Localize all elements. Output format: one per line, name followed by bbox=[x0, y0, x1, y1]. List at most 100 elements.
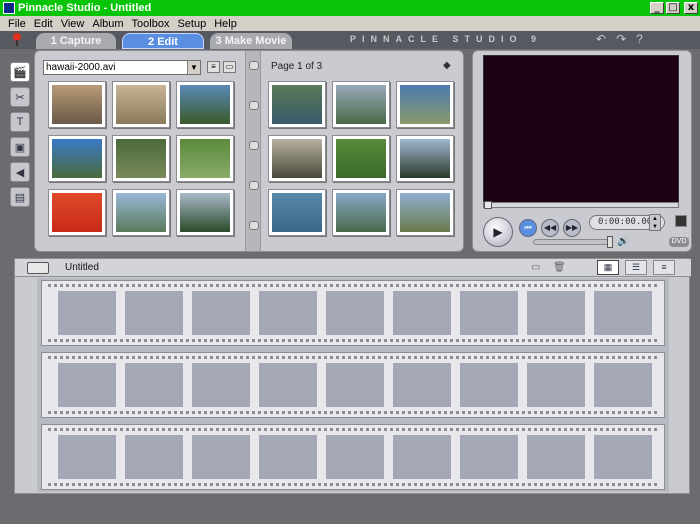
storyboard-slot[interactable] bbox=[393, 435, 451, 479]
tab-make-movie[interactable]: 3 Make Movie bbox=[210, 33, 292, 49]
go-to-start-button[interactable]: ⏮ bbox=[519, 219, 537, 237]
player-panel: ▶ ⏮ ◀◀ ▶▶ 0:00:00.00 ▲ ▼ 🔊 DVD bbox=[472, 50, 692, 252]
menu-setup[interactable]: Setup bbox=[173, 18, 210, 30]
scene-image bbox=[272, 85, 322, 124]
dvd-icon[interactable]: DVD bbox=[669, 237, 689, 247]
left-page-scene-thumbnail[interactable] bbox=[176, 135, 234, 182]
storyboard-slot[interactable] bbox=[594, 291, 652, 335]
storyboard-slot[interactable] bbox=[125, 363, 183, 407]
folder-icon[interactable]: ▭ bbox=[223, 61, 236, 73]
next-page-icon[interactable]: ◆ bbox=[443, 60, 451, 71]
storyboard-slot[interactable] bbox=[594, 435, 652, 479]
menus-icon[interactable]: ▤ bbox=[10, 187, 30, 207]
storyboard-slot[interactable] bbox=[393, 363, 451, 407]
storyboard-slot[interactable] bbox=[259, 435, 317, 479]
storyboard-slot[interactable] bbox=[192, 435, 250, 479]
fast-forward-button[interactable]: ▶▶ bbox=[563, 219, 581, 237]
right-page-scene-thumbnail[interactable] bbox=[332, 189, 390, 236]
right-page-scene-thumbnail[interactable] bbox=[396, 189, 454, 236]
storyboard-slot[interactable] bbox=[259, 291, 317, 335]
film-perforation bbox=[48, 483, 660, 486]
clip-properties-icon[interactable]: ▭ bbox=[531, 262, 540, 274]
storyboard-slot[interactable] bbox=[125, 291, 183, 335]
storyboard-slot[interactable] bbox=[326, 435, 384, 479]
scrubber-handle[interactable] bbox=[484, 201, 492, 209]
storyboard-row bbox=[41, 424, 665, 490]
storyboard-slot[interactable] bbox=[192, 291, 250, 335]
storyboard-slot[interactable] bbox=[527, 363, 585, 407]
scene-image bbox=[336, 85, 386, 124]
rewind-button[interactable]: ◀◀ bbox=[541, 219, 559, 237]
left-page-scene-thumbnail[interactable] bbox=[112, 135, 170, 182]
scrubber[interactable] bbox=[483, 201, 679, 209]
storyboard-slot[interactable] bbox=[58, 291, 116, 335]
transitions-icon[interactable]: ✂ bbox=[10, 87, 30, 107]
storyboard-slot[interactable] bbox=[326, 363, 384, 407]
timecode-spinner[interactable]: ▲ ▼ bbox=[649, 214, 661, 231]
menu-toolbox[interactable]: Toolbox bbox=[128, 18, 174, 30]
camera-icon[interactable] bbox=[27, 262, 49, 274]
menu-album[interactable]: Album bbox=[88, 18, 127, 30]
undo-icon[interactable]: ↶ bbox=[596, 32, 606, 46]
volume-handle[interactable] bbox=[607, 236, 613, 248]
menu-help[interactable]: Help bbox=[210, 18, 241, 30]
storyboard-slot[interactable] bbox=[460, 363, 518, 407]
tab-edit[interactable]: 2 Edit bbox=[122, 33, 204, 49]
storyboard-slot[interactable] bbox=[192, 363, 250, 407]
storyboard-slot[interactable] bbox=[125, 435, 183, 479]
storyboard-slot[interactable] bbox=[259, 363, 317, 407]
right-page-scene-thumbnail[interactable] bbox=[332, 135, 390, 182]
left-page-scene-thumbnail[interactable] bbox=[176, 81, 234, 128]
minimize-button[interactable]: _ bbox=[650, 2, 664, 14]
menu-view[interactable]: View bbox=[57, 18, 89, 30]
left-page-scene-thumbnail[interactable] bbox=[48, 189, 106, 236]
chevron-down-icon[interactable]: ▼ bbox=[187, 61, 200, 74]
movie-window: Untitled ▭ 🗑 ▦ ☰ ≡ bbox=[14, 258, 691, 494]
timeline-view-button[interactable]: ☰ bbox=[625, 260, 647, 275]
scene-image bbox=[400, 139, 450, 178]
trash-icon[interactable]: 🗑 bbox=[553, 262, 566, 274]
play-button[interactable]: ▶ bbox=[483, 217, 513, 247]
video-scenes-icon[interactable]: 🎬 bbox=[10, 62, 30, 82]
storyboard-slot[interactable] bbox=[460, 435, 518, 479]
right-page-scene-thumbnail[interactable] bbox=[332, 81, 390, 128]
storyboard-slot[interactable] bbox=[393, 291, 451, 335]
titles-icon[interactable]: T bbox=[10, 112, 30, 132]
right-page-scene-thumbnail[interactable] bbox=[268, 81, 326, 128]
right-page-scene-thumbnail[interactable] bbox=[268, 135, 326, 182]
storyboard-view-button[interactable]: ▦ bbox=[597, 260, 619, 275]
scene-info-icon[interactable]: ≡ bbox=[207, 61, 220, 73]
storyboard-slot[interactable] bbox=[527, 435, 585, 479]
text-view-button[interactable]: ≡ bbox=[653, 260, 675, 275]
redo-icon[interactable]: ↷ bbox=[616, 32, 626, 46]
storyboard-slot[interactable] bbox=[594, 363, 652, 407]
sound-effects-icon[interactable]: ◀ bbox=[10, 162, 30, 182]
menu-file[interactable]: File bbox=[4, 18, 30, 30]
volume-slider[interactable] bbox=[533, 239, 613, 245]
right-page-scene-thumbnail[interactable] bbox=[268, 189, 326, 236]
left-page-scene-thumbnail[interactable] bbox=[48, 135, 106, 182]
left-page-scene-thumbnail[interactable] bbox=[176, 189, 234, 236]
storyboard-slot[interactable] bbox=[58, 363, 116, 407]
storyboard-slot[interactable] bbox=[326, 291, 384, 335]
photos-icon[interactable]: ▣ bbox=[10, 137, 30, 157]
fullscreen-button[interactable] bbox=[675, 215, 687, 227]
left-page-scene-thumbnail[interactable] bbox=[112, 81, 170, 128]
right-page-scene-thumbnail[interactable] bbox=[396, 135, 454, 182]
storyboard-slot[interactable] bbox=[527, 291, 585, 335]
storyboard-slot[interactable] bbox=[460, 291, 518, 335]
film-perforation bbox=[48, 284, 660, 287]
right-page-grid bbox=[268, 81, 454, 236]
left-page-scene-thumbnail[interactable] bbox=[48, 81, 106, 128]
maximize-button[interactable]: □ bbox=[666, 2, 680, 14]
tab-capture[interactable]: 1 Capture bbox=[36, 33, 116, 49]
right-page-scene-thumbnail[interactable] bbox=[396, 81, 454, 128]
speaker-icon: 🔊 bbox=[617, 236, 630, 247]
help-icon[interactable]: ? bbox=[636, 32, 643, 46]
close-button[interactable]: x bbox=[684, 2, 698, 14]
storyboard-slot[interactable] bbox=[58, 435, 116, 479]
scene-image bbox=[180, 139, 230, 178]
file-select[interactable]: hawaii-2000.avi ▼ bbox=[43, 60, 201, 75]
left-page-scene-thumbnail[interactable] bbox=[112, 189, 170, 236]
menu-edit[interactable]: Edit bbox=[30, 18, 57, 30]
